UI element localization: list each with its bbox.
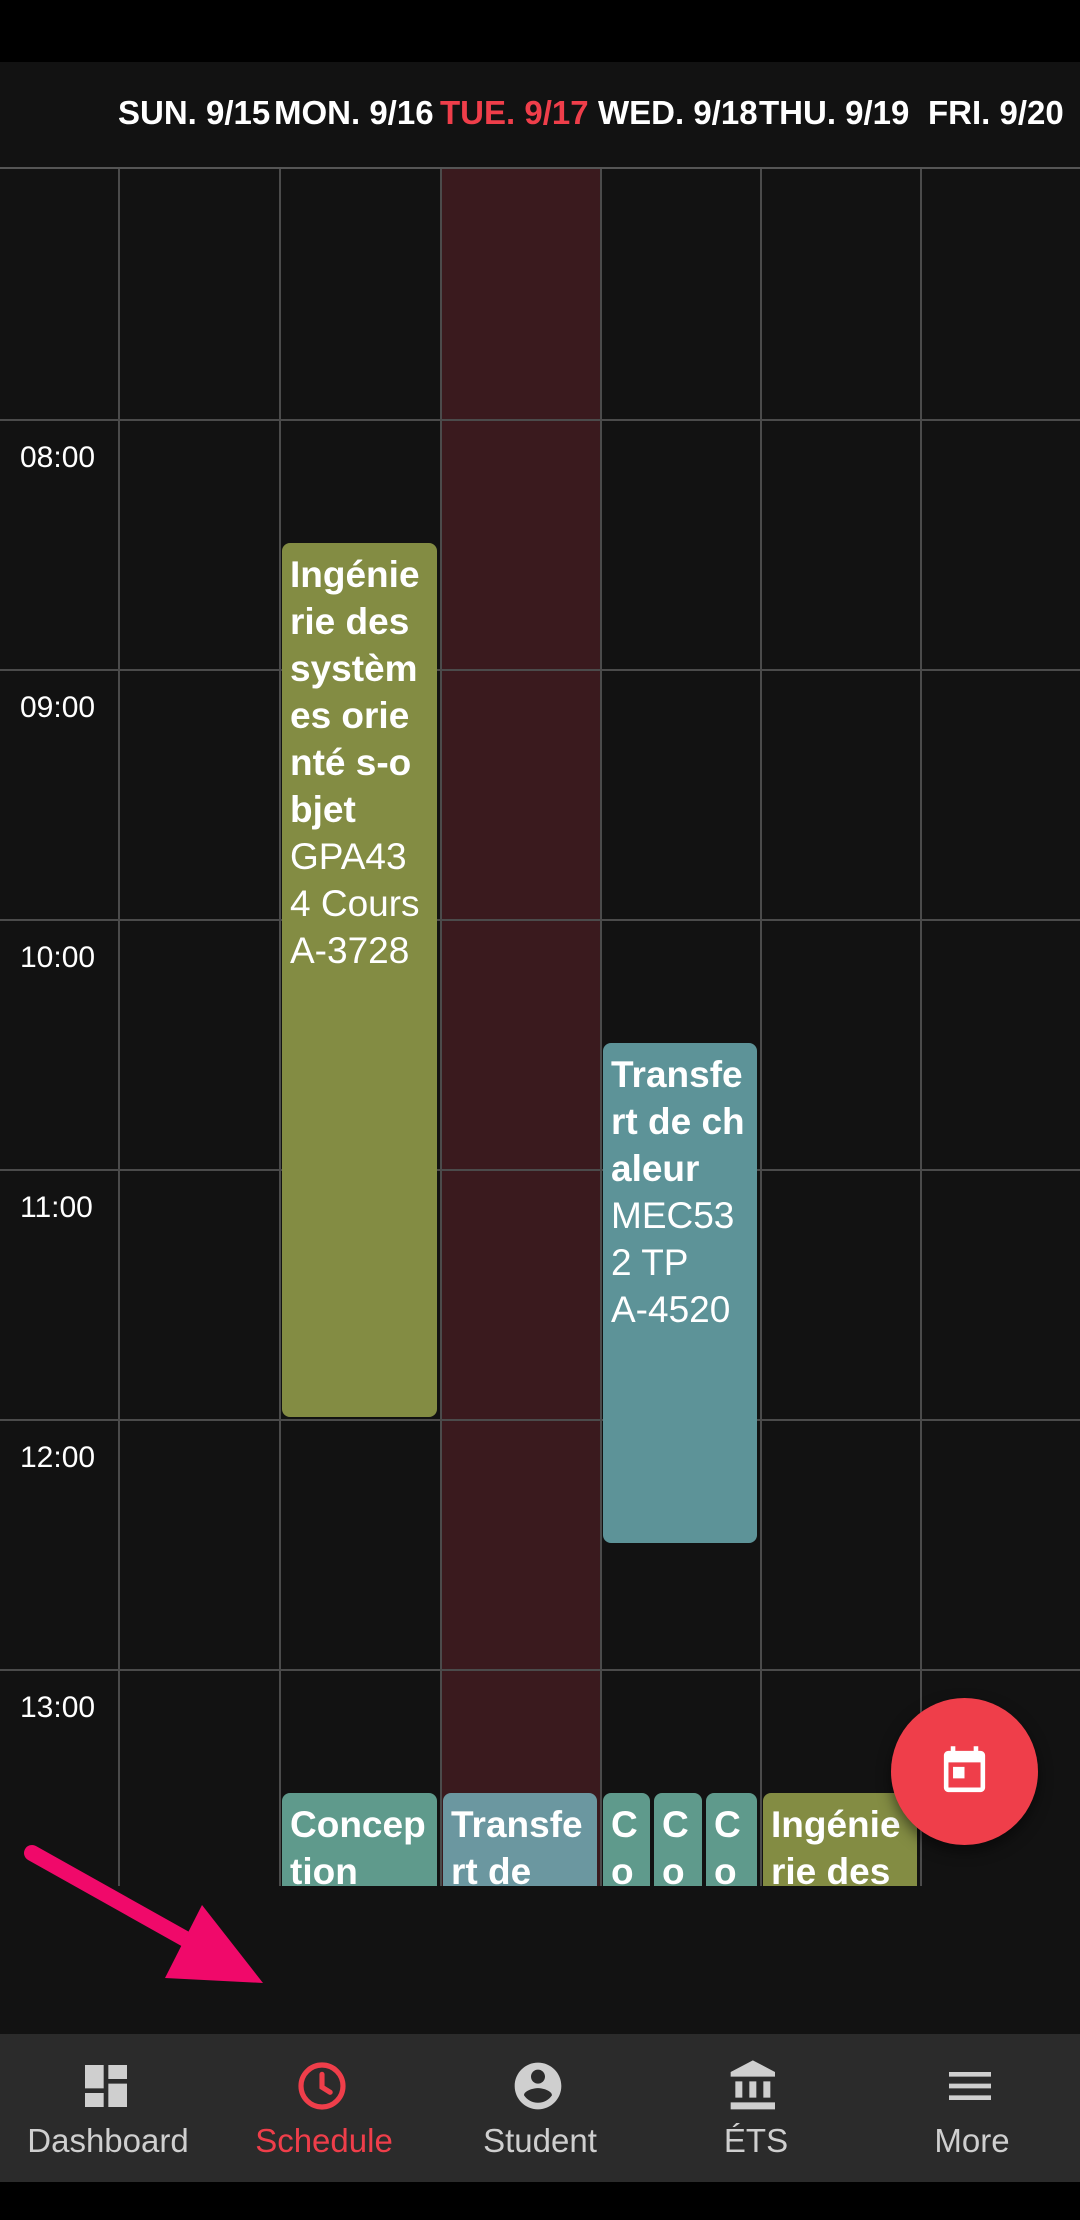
- nav-ets[interactable]: ÉTS: [648, 2034, 864, 2182]
- day-header-fri[interactable]: FRI. 9/20: [928, 94, 1064, 132]
- grid-vline: [440, 169, 442, 1886]
- event-title: Transfe rt de chaleur: [611, 1054, 745, 1189]
- event-detail: A-4520: [611, 1289, 731, 1330]
- clock-icon: [298, 2062, 346, 2110]
- today-column-highlight: [441, 169, 600, 1886]
- event-detail: GPA43 4 Cours: [290, 836, 420, 924]
- menu-icon: [949, 2072, 991, 2100]
- annotation-arrow-icon: [24, 1845, 263, 1983]
- nav-student[interactable]: Student: [432, 2034, 648, 2182]
- event-title: C o: [662, 1804, 689, 1886]
- system-navigation-bar: [0, 2182, 1080, 2220]
- event-card-transfert-wed[interactable]: Transfe rt de chaleur MEC53 2 TP A-4520: [603, 1043, 757, 1543]
- event-title: C o: [611, 1804, 638, 1886]
- event-title: Ingénie rie des: [771, 1804, 901, 1886]
- day-header-tue[interactable]: TUE. 9/17: [440, 94, 589, 132]
- nav-label: More: [934, 2122, 1010, 2159]
- event-title: Ingénie rie des systèm es orienté s-obje…: [290, 554, 420, 830]
- calendar-today-icon: [943, 1746, 986, 1793]
- event-card-ingenierie-thu[interactable]: Ingénie rie des: [763, 1793, 917, 1886]
- day-header-wed[interactable]: WED. 9/18: [598, 94, 758, 132]
- nav-dashboard[interactable]: Dashboard: [0, 2034, 216, 2182]
- grid-vline: [920, 169, 922, 1886]
- event-card-transfert-tue[interactable]: Transfe rt de: [443, 1793, 597, 1886]
- event-title: Transfe rt de: [451, 1804, 583, 1886]
- today-fab-button[interactable]: [891, 1698, 1038, 1845]
- nav-label: Student: [483, 2122, 597, 2159]
- grid-vline: [600, 169, 602, 1886]
- event-card-wed-3[interactable]: C o: [706, 1793, 757, 1886]
- event-detail: MEC53 2 TP: [611, 1195, 735, 1283]
- event-title: C o: [714, 1804, 741, 1886]
- event-title: Concep tion: [290, 1804, 426, 1886]
- institution-icon: [730, 2060, 775, 2110]
- account-circle-icon: [514, 2062, 562, 2110]
- event-card-wed-1[interactable]: C o: [603, 1793, 650, 1886]
- event-card-wed-2[interactable]: C o: [654, 1793, 702, 1886]
- grid-vline: [760, 169, 762, 1886]
- day-header-thu[interactable]: THU. 9/19: [759, 94, 909, 132]
- nav-more[interactable]: More: [864, 2034, 1080, 2182]
- nav-label: ÉTS: [723, 2122, 789, 2159]
- event-card-ingenierie-mon[interactable]: Ingénie rie des systèm es orienté s-obje…: [282, 543, 437, 1417]
- event-detail: A-3728: [290, 930, 410, 971]
- nav-label: Dashboard: [27, 2122, 189, 2159]
- nav-label: Schedule: [255, 2122, 393, 2159]
- event-card-conception-mon[interactable]: Concep tion: [282, 1793, 437, 1886]
- bottom-navigation: Dashboard Schedule Student ÉTS More: [0, 2034, 1080, 2182]
- dashboard-icon: [85, 2065, 127, 2107]
- nav-schedule[interactable]: Schedule: [216, 2034, 432, 2182]
